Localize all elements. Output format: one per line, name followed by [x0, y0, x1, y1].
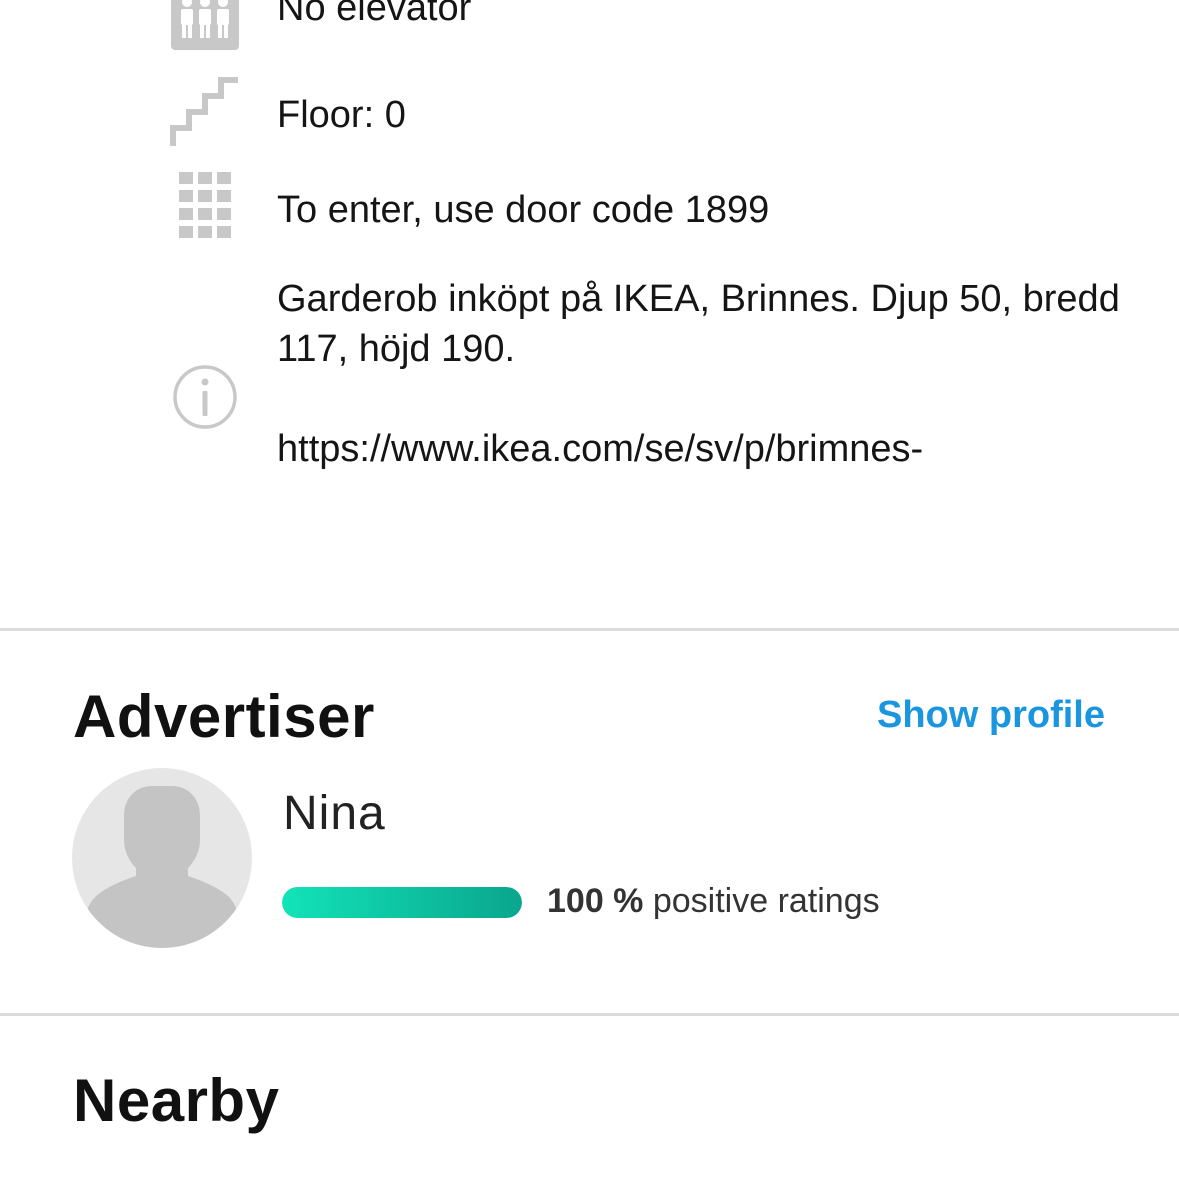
info-link[interactable]: https://www.ikea.com/se/sv/p/brimnes- — [277, 424, 923, 474]
elevator-icon — [170, 0, 240, 50]
detail-row-info: Garderob inköpt på IKEA, Brinnes. Djup 5… — [0, 270, 1179, 490]
rating-summary: 100 % positive ratings — [547, 882, 880, 921]
detail-row-elevator: No elevator — [0, 0, 1179, 58]
floor-text: Floor: 0 — [277, 94, 406, 136]
door-code-text: To enter, use door code 1899 — [277, 189, 770, 231]
keypad-icon — [170, 170, 240, 242]
rating-progress-bar — [282, 887, 522, 918]
section-divider — [0, 1013, 1179, 1016]
rating-label: positive ratings — [643, 882, 880, 920]
rating-progress-fill — [282, 887, 522, 918]
person-silhouette-icon — [86, 786, 238, 948]
avatar[interactable] — [72, 768, 252, 948]
rating-percent: 100 % — [547, 882, 644, 920]
stairs-icon — [170, 75, 240, 147]
info-description: Garderob inköpt på IKEA, Brinnes. Djup 5… — [277, 278, 1120, 370]
detail-row-floor: Floor: 0 — [0, 75, 1179, 150]
elevator-text: No elevator — [277, 0, 472, 29]
info-icon — [170, 362, 240, 432]
detail-row-door-code: To enter, use door code 1899 — [0, 168, 1179, 243]
section-divider — [0, 628, 1179, 631]
advertiser-name: Nina — [283, 787, 386, 840]
advertiser-section-title: Advertiser — [73, 683, 375, 750]
nearby-section-title: Nearby — [73, 1067, 280, 1134]
show-profile-link[interactable]: Show profile — [877, 694, 1105, 737]
